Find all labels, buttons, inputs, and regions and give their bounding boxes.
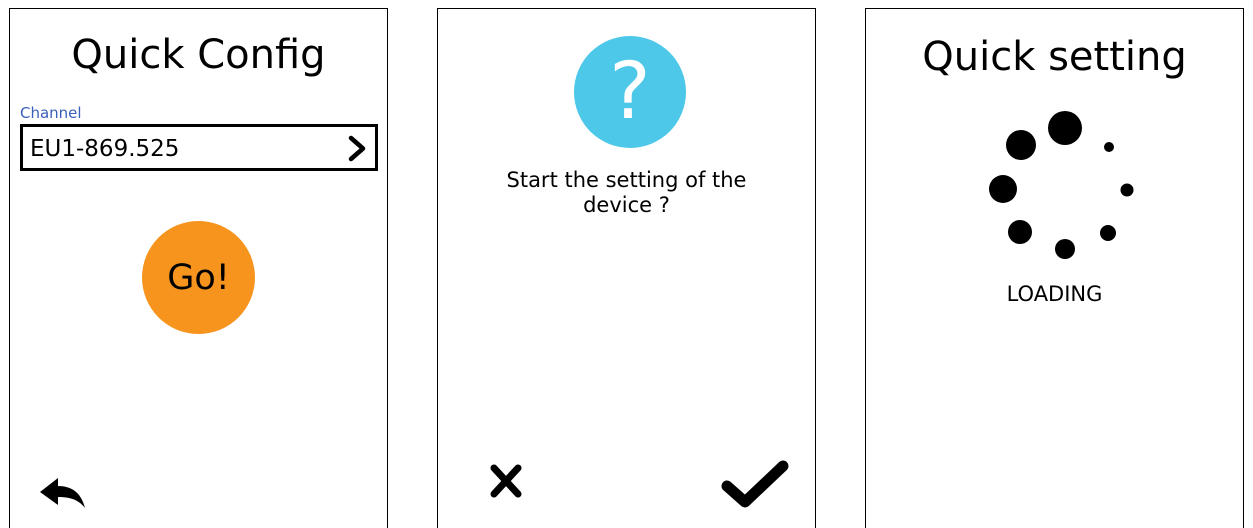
loading-status: LOADING bbox=[1006, 282, 1103, 306]
back-arrow-icon[interactable] bbox=[38, 475, 88, 511]
channel-selector[interactable]: EU1-869.525 bbox=[20, 124, 378, 171]
channel-label: Channel bbox=[20, 104, 82, 122]
check-icon[interactable] bbox=[721, 460, 789, 510]
confirm-screen: ? Start the setting of the device ? bbox=[437, 8, 816, 528]
page-title: Quick Config bbox=[71, 32, 326, 78]
chevron-right-icon bbox=[348, 135, 366, 162]
go-button[interactable]: Go! bbox=[142, 221, 255, 334]
quick-setting-screen: Quick setting LOADING bbox=[865, 8, 1244, 528]
confirm-prompt: Start the setting of the device ? bbox=[506, 168, 747, 217]
close-icon[interactable] bbox=[489, 463, 523, 499]
channel-value: EU1-869.525 bbox=[30, 136, 180, 162]
go-button-label: Go! bbox=[167, 257, 230, 298]
quick-config-screen: Quick Config Channel EU1-869.525 Go! bbox=[9, 8, 388, 528]
question-icon: ? bbox=[574, 36, 686, 148]
loading-spinner-icon bbox=[989, 111, 1134, 259]
